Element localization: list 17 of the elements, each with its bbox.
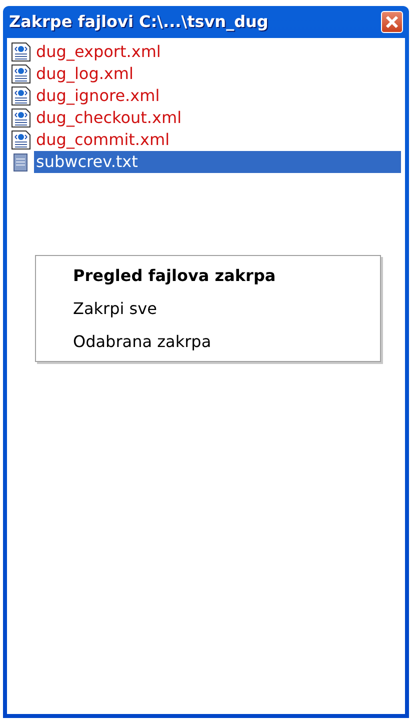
- file-item[interactable]: dug_commit.xml: [34, 129, 401, 151]
- close-button[interactable]: [381, 11, 403, 33]
- menu-item[interactable]: Odabrana zakrpa: [36, 325, 380, 358]
- menu-item[interactable]: Zakrpi sve: [36, 292, 380, 325]
- window-title: Zakrpe fajlovi C:\...\tsvn_dug: [9, 11, 268, 33]
- xml-file-icon: [11, 42, 31, 62]
- close-icon: [385, 15, 399, 29]
- menu-item[interactable]: Pregled fajlova zakrpa: [36, 259, 380, 292]
- xml-file-icon: [11, 108, 31, 128]
- file-item[interactable]: dug_checkout.xml: [34, 107, 401, 129]
- file-item[interactable]: dug_export.xml: [34, 41, 401, 63]
- file-item[interactable]: dug_log.xml: [34, 63, 401, 85]
- xml-file-icon: [11, 130, 31, 150]
- file-item[interactable]: subwcrev.txt: [34, 151, 401, 173]
- xml-file-icon: [11, 64, 31, 84]
- xml-file-icon: [11, 86, 31, 106]
- file-item[interactable]: dug_ignore.xml: [34, 85, 401, 107]
